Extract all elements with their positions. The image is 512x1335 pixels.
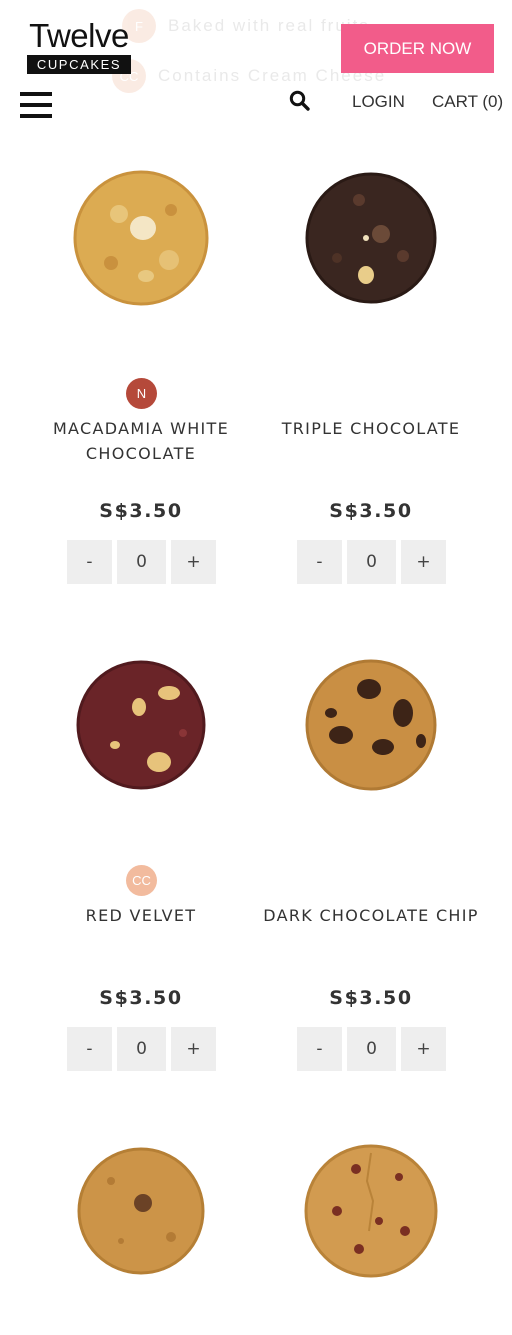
cookie-image[interactable]: [71, 1141, 211, 1281]
quantity-value[interactable]: 0: [117, 1027, 166, 1071]
product-card: TRIPLE CHOCOLATE S$3.50 - 0 +: [255, 130, 487, 610]
product-card: N MACADAMIA WHITE CHOCOLATE S$3.50 - 0 +: [25, 130, 257, 610]
product-price: S$3.50: [99, 987, 183, 1009]
cookie-image[interactable]: [71, 655, 211, 795]
decrease-button[interactable]: -: [297, 540, 342, 584]
cookie-image[interactable]: [301, 168, 441, 308]
increase-button[interactable]: +: [171, 540, 216, 584]
quantity-stepper: - 0 +: [67, 540, 216, 584]
product-card: DARK CHOCOLATE CHIP S$3.50 - 0 +: [255, 617, 487, 1097]
search-icon[interactable]: [289, 90, 311, 112]
product-card: [25, 1103, 257, 1335]
logo-wordmark: Twelve: [29, 17, 129, 54]
quantity-stepper: - 0 +: [297, 540, 446, 584]
increase-button[interactable]: +: [171, 1027, 216, 1071]
quantity-value[interactable]: 0: [347, 540, 396, 584]
decrease-button[interactable]: -: [297, 1027, 342, 1071]
menu-icon[interactable]: [20, 92, 54, 120]
product-card: CC RED VELVET S$3.50 - 0 +: [25, 617, 257, 1097]
nut-badge-icon: N: [126, 378, 157, 409]
cart-link[interactable]: CART (0): [432, 92, 503, 112]
quantity-stepper: - 0 +: [67, 1027, 216, 1071]
quantity-value[interactable]: 0: [347, 1027, 396, 1071]
product-price: S$3.50: [99, 500, 183, 522]
quantity-value[interactable]: 0: [117, 540, 166, 584]
quantity-stepper: - 0 +: [297, 1027, 446, 1071]
cream-cheese-badge-icon: CC: [126, 865, 157, 896]
cookie-image[interactable]: [301, 1141, 441, 1281]
cookie-image[interactable]: [71, 168, 211, 308]
decrease-button[interactable]: -: [67, 540, 112, 584]
login-link[interactable]: LOGIN: [352, 92, 405, 112]
increase-button[interactable]: +: [401, 540, 446, 584]
logo[interactable]: Twelve CUPCAKES: [26, 18, 132, 76]
order-now-button[interactable]: ORDER NOW: [341, 24, 494, 73]
increase-button[interactable]: +: [401, 1027, 446, 1071]
cookie-image[interactable]: [301, 655, 441, 795]
logo-subtitle: CUPCAKES: [27, 55, 131, 74]
product-name: DARK CHOCOLATE CHIP: [263, 906, 479, 925]
product-name: TRIPLE CHOCOLATE: [281, 419, 461, 438]
decrease-button[interactable]: -: [67, 1027, 112, 1071]
product-card: [255, 1103, 487, 1335]
product-price: S$3.50: [329, 987, 413, 1009]
product-price: S$3.50: [329, 500, 413, 522]
site-header: Twelve CUPCAKES ORDER NOW LOGIN CART (0): [0, 0, 512, 130]
product-name: RED VELVET: [85, 906, 197, 925]
product-name: MACADAMIA WHITE CHOCOLATE: [52, 419, 230, 463]
